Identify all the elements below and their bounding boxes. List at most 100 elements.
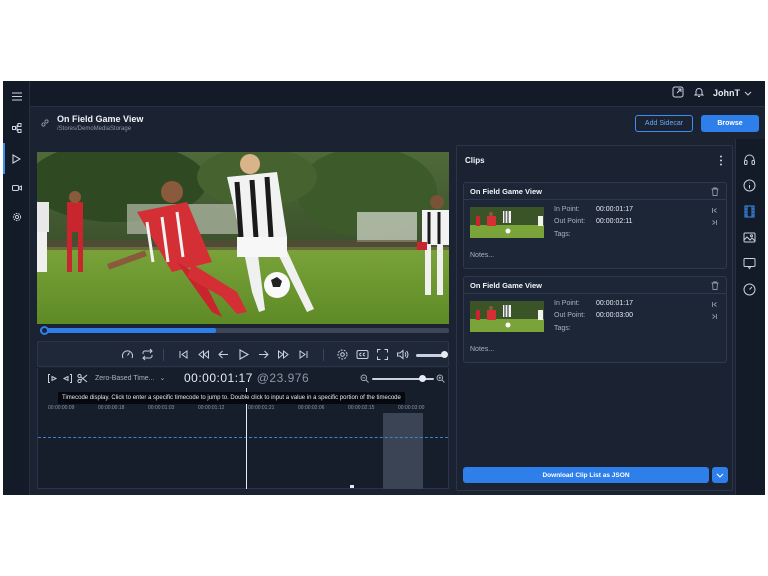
volume-icon[interactable] xyxy=(396,348,409,361)
set-in-point-icon[interactable] xyxy=(47,373,58,384)
playback-progress-fill xyxy=(40,328,216,333)
rewind-icon[interactable] xyxy=(197,348,210,361)
framerate: @23.976 xyxy=(256,371,310,385)
clip-notes-field[interactable]: Notes... xyxy=(470,252,494,259)
info-icon[interactable] xyxy=(743,179,756,192)
timeline-ruler: 00:00:00:09 00:00:00:18 00:00:01:03 00:0… xyxy=(38,403,448,415)
volume-slider[interactable] xyxy=(416,354,444,357)
link-icon[interactable] xyxy=(40,118,50,128)
clip-header: On Field Game View xyxy=(464,183,726,200)
in-point-label: In Point: xyxy=(554,300,580,307)
scissors-icon[interactable] xyxy=(77,373,88,384)
out-point-value[interactable]: 00:00:03:00 xyxy=(596,312,633,319)
fast-forward-icon[interactable] xyxy=(277,348,290,361)
scrubber-handle[interactable] xyxy=(40,326,49,335)
loop-icon[interactable] xyxy=(141,348,154,361)
ruler-tick: 00:00:00:18 xyxy=(98,405,125,411)
soccer-match-video-image xyxy=(37,152,449,324)
divider xyxy=(323,349,324,361)
skip-to-end-icon[interactable] xyxy=(297,348,310,361)
clip-title: On Field Game View xyxy=(470,187,542,196)
clip-card[interactable]: On Field Game View In Point: 00:00:01:17… xyxy=(463,182,727,269)
download-clip-list-button[interactable]: Download Clip List as JSON xyxy=(463,467,709,483)
jump-to-out-icon[interactable] xyxy=(711,219,718,226)
step-back-icon[interactable] xyxy=(217,348,230,361)
playback-speed-icon[interactable] xyxy=(121,348,134,361)
volume-slider-handle[interactable] xyxy=(441,351,448,358)
clip-title: On Field Game View xyxy=(470,281,542,290)
menu-icon[interactable] xyxy=(7,87,26,106)
top-bar: JohnT xyxy=(30,81,765,107)
zoom-out-icon[interactable] xyxy=(360,374,369,383)
in-point-value[interactable]: 00:00:01:17 xyxy=(596,300,633,307)
clip-card[interactable]: On Field Game View In Point: 00:00:01:17… xyxy=(463,276,727,363)
add-sidecar-button[interactable]: Add Sidecar xyxy=(635,115,693,132)
right-tool-rail xyxy=(735,139,765,495)
clips-panel-title: Clips xyxy=(465,156,485,165)
clip-range-highlight xyxy=(383,413,423,489)
camera-icon[interactable] xyxy=(7,178,26,197)
gear-icon[interactable] xyxy=(7,207,26,226)
user-menu[interactable]: JohnT xyxy=(713,88,752,98)
user-name: JohnT xyxy=(713,88,740,98)
out-point-label: Out Point: xyxy=(554,218,586,225)
image-icon[interactable] xyxy=(743,231,756,244)
ruler-tick: 00:00:02:15 xyxy=(348,405,375,411)
bell-icon[interactable] xyxy=(693,86,709,102)
out-point-value[interactable]: 00:00:02:11 xyxy=(596,218,632,225)
fullscreen-icon[interactable] xyxy=(376,348,389,361)
trash-icon[interactable] xyxy=(711,187,719,196)
clip-thumbnail[interactable] xyxy=(470,207,544,238)
video-frame[interactable] xyxy=(37,152,449,324)
hierarchy-icon[interactable] xyxy=(7,118,26,137)
comment-icon[interactable] xyxy=(743,257,756,270)
clip-thumbnail[interactable] xyxy=(470,301,544,332)
settings-icon[interactable] xyxy=(336,348,349,361)
timeline-marker[interactable] xyxy=(350,485,354,488)
set-out-point-icon[interactable] xyxy=(62,373,73,384)
divider xyxy=(163,349,164,361)
download-options-button[interactable] xyxy=(712,467,728,483)
film-icon[interactable] xyxy=(743,205,756,218)
browse-button[interactable]: Browse xyxy=(701,115,759,132)
timebase-selector[interactable]: Zero-Based Time... ⌄ xyxy=(95,374,165,382)
ruler-tick: 00:00:01:12 xyxy=(198,405,225,411)
timeline-panel: Zero-Based Time... ⌄ 00:00:01:17 @23.976… xyxy=(37,368,449,489)
ruler-tick: 00:00:00:09 xyxy=(48,405,75,411)
closed-captions-icon[interactable] xyxy=(356,348,369,361)
timeline-track-guide xyxy=(38,437,448,438)
gauge-icon[interactable] xyxy=(743,283,756,296)
ruler-tick: 00:00:03:00 xyxy=(398,405,425,411)
trash-icon[interactable] xyxy=(711,281,719,290)
page-header: On Field Game View /Stores/DemoMediaStor… xyxy=(30,107,765,139)
clip-header: On Field Game View xyxy=(464,277,726,294)
skip-to-start-icon[interactable] xyxy=(177,348,190,361)
tags-label: Tags: xyxy=(554,231,571,238)
clips-panel: Clips On Field Game View In Point: 00:00… xyxy=(456,145,733,491)
in-point-value[interactable]: 00:00:01:17 xyxy=(596,206,633,213)
jump-to-out-icon[interactable] xyxy=(711,313,718,320)
jump-to-in-icon[interactable] xyxy=(711,207,718,214)
chevron-down-icon: ⌄ xyxy=(159,375,166,382)
player-controls xyxy=(37,341,449,367)
open-external-icon[interactable] xyxy=(672,86,688,102)
step-forward-icon[interactable] xyxy=(257,348,270,361)
timecode-display[interactable]: 00:00:01:17 @23.976 xyxy=(184,371,309,385)
page-path: /Stores/DemoMediaStorage xyxy=(57,126,132,132)
chevron-down-icon xyxy=(744,91,752,96)
headphones-icon[interactable] xyxy=(743,153,756,166)
page-title: On Field Game View xyxy=(57,114,144,124)
zoom-in-icon[interactable] xyxy=(436,374,445,383)
playback-scrubber[interactable] xyxy=(40,326,449,335)
clip-notes-field[interactable]: Notes... xyxy=(470,346,494,353)
timeline-zoom-handle[interactable] xyxy=(419,375,426,382)
play-icon[interactable] xyxy=(3,143,26,174)
jump-to-in-icon[interactable] xyxy=(711,301,718,308)
ruler-tick: 00:00:01:03 xyxy=(148,405,175,411)
timebase-label: Zero-Based Time... xyxy=(95,375,155,382)
out-point-label: Out Point: xyxy=(554,312,586,319)
ruler-tick: 00:00:02:06 xyxy=(298,405,325,411)
ruler-tick: 00:00:01:21 xyxy=(248,405,275,411)
more-options-icon[interactable] xyxy=(718,155,724,166)
play-button-icon[interactable] xyxy=(237,348,250,361)
